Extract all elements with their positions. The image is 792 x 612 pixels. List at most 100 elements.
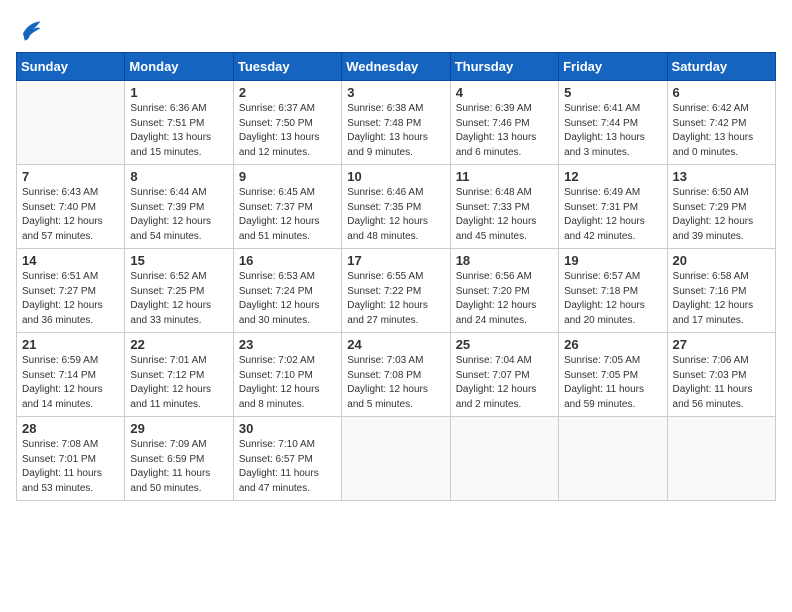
day-info: Sunrise: 7:10 AM Sunset: 6:57 PM Dayligh… (239, 438, 336, 496)
day-info: Sunrise: 6:46 AM Sunset: 7:35 PM Dayligh… (347, 186, 444, 244)
logo (16, 16, 48, 44)
day-info: Sunrise: 7:02 AM Sunset: 7:10 PM Dayligh… (239, 354, 336, 412)
day-info: Sunrise: 6:56 AM Sunset: 7:20 PM Dayligh… (456, 270, 553, 328)
day-info: Sunrise: 7:09 AM Sunset: 6:59 PM Dayligh… (130, 438, 227, 496)
weekday-header: Wednesday (342, 53, 450, 81)
logo-icon (16, 16, 44, 44)
day-info: Sunrise: 7:01 AM Sunset: 7:12 PM Dayligh… (130, 354, 227, 412)
calendar-cell: 14 Sunrise: 6:51 AM Sunset: 7:27 PM Dayli… (17, 249, 125, 333)
day-number: 5 (564, 85, 661, 100)
calendar-cell: 5 Sunrise: 6:41 AM Sunset: 7:44 PM Daylig… (559, 81, 667, 165)
day-number: 18 (456, 253, 553, 268)
calendar-table: SundayMondayTuesdayWednesdayThursdayFrid… (16, 52, 776, 501)
calendar-cell: 20Sunrise: 6:58 AM Sunset: 7:16 PM Dayli… (667, 249, 775, 333)
weekday-header: Thursday (450, 53, 558, 81)
calendar-cell (17, 81, 125, 165)
day-number: 10 (347, 169, 444, 184)
calendar-cell (559, 417, 667, 501)
day-number: 16 (239, 253, 336, 268)
day-number: 1 (130, 85, 227, 100)
day-number: 25 (456, 337, 553, 352)
day-number: 11 (456, 169, 553, 184)
calendar-cell: 27Sunrise: 7:06 AM Sunset: 7:03 PM Dayli… (667, 333, 775, 417)
day-number: 19 (564, 253, 661, 268)
calendar-cell: 11 Sunrise: 6:48 AM Sunset: 7:33 PM Dayli… (450, 165, 558, 249)
calendar-cell: 15Sunrise: 6:52 AM Sunset: 7:25 PM Dayli… (125, 249, 233, 333)
calendar-cell: 16 Sunrise: 6:53 AM Sunset: 7:24 PM Dayli… (233, 249, 341, 333)
day-number: 23 (239, 337, 336, 352)
calendar-cell (342, 417, 450, 501)
day-number: 30 (239, 421, 336, 436)
calendar-cell: 13 Sunrise: 6:50 AM Sunset: 7:29 PM Dayli… (667, 165, 775, 249)
day-info: Sunrise: 6:59 AM Sunset: 7:14 PM Dayligh… (22, 354, 119, 412)
day-number: 22 (130, 337, 227, 352)
calendar-cell: 1 Sunrise: 6:36 AM Sunset: 7:51 PM Daylig… (125, 81, 233, 165)
calendar-cell: 12Sunrise: 6:49 AM Sunset: 7:31 PM Dayli… (559, 165, 667, 249)
calendar-cell: 23 Sunrise: 7:02 AM Sunset: 7:10 PM Dayli… (233, 333, 341, 417)
calendar-cell: 28 Sunrise: 7:08 AM Sunset: 7:01 PM Dayli… (17, 417, 125, 501)
day-info: Sunrise: 6:53 AM Sunset: 7:24 PM Dayligh… (239, 270, 336, 328)
calendar-cell: 26 Sunrise: 7:05 AM Sunset: 7:05 PM Dayli… (559, 333, 667, 417)
day-info: Sunrise: 7:03 AM Sunset: 7:08 PM Dayligh… (347, 354, 444, 412)
page-header (16, 16, 776, 44)
calendar-week-row: 14 Sunrise: 6:51 AM Sunset: 7:27 PM Dayli… (17, 249, 776, 333)
day-info: Sunrise: 6:36 AM Sunset: 7:51 PM Dayligh… (130, 102, 227, 160)
day-info: Sunrise: 6:41 AM Sunset: 7:44 PM Dayligh… (564, 102, 661, 160)
day-number: 6 (673, 85, 770, 100)
day-info: Sunrise: 6:48 AM Sunset: 7:33 PM Dayligh… (456, 186, 553, 244)
calendar-cell: 4 Sunrise: 6:39 AM Sunset: 7:46 PM Daylig… (450, 81, 558, 165)
calendar-cell: 6 Sunrise: 6:42 AM Sunset: 7:42 PM Daylig… (667, 81, 775, 165)
calendar-cell: 21 Sunrise: 6:59 AM Sunset: 7:14 PM Dayli… (17, 333, 125, 417)
calendar-cell: 24 Sunrise: 7:03 AM Sunset: 7:08 PM Dayli… (342, 333, 450, 417)
day-info: Sunrise: 6:45 AM Sunset: 7:37 PM Dayligh… (239, 186, 336, 244)
calendar-cell: 30 Sunrise: 7:10 AM Sunset: 6:57 PM Dayli… (233, 417, 341, 501)
day-info: Sunrise: 6:55 AM Sunset: 7:22 PM Dayligh… (347, 270, 444, 328)
day-info: Sunrise: 6:39 AM Sunset: 7:46 PM Dayligh… (456, 102, 553, 160)
calendar-week-row: 28 Sunrise: 7:08 AM Sunset: 7:01 PM Dayli… (17, 417, 776, 501)
calendar-cell: 25 Sunrise: 7:04 AM Sunset: 7:07 PM Dayli… (450, 333, 558, 417)
day-info: Sunrise: 6:57 AM Sunset: 7:18 PM Dayligh… (564, 270, 661, 328)
calendar-cell (450, 417, 558, 501)
calendar-cell: 17 Sunrise: 6:55 AM Sunset: 7:22 PM Dayli… (342, 249, 450, 333)
day-info: Sunrise: 6:52 AM Sunset: 7:25 PM Dayligh… (130, 270, 227, 328)
day-info: Sunrise: 7:04 AM Sunset: 7:07 PM Dayligh… (456, 354, 553, 412)
calendar-week-row: 21 Sunrise: 6:59 AM Sunset: 7:14 PM Dayli… (17, 333, 776, 417)
calendar-cell: 9Sunrise: 6:45 AM Sunset: 7:37 PM Daylig… (233, 165, 341, 249)
day-number: 4 (456, 85, 553, 100)
weekday-header: Friday (559, 53, 667, 81)
day-number: 7 (22, 169, 119, 184)
day-number: 2 (239, 85, 336, 100)
calendar-cell: 3 Sunrise: 6:38 AM Sunset: 7:48 PM Daylig… (342, 81, 450, 165)
calendar-cell: 22 Sunrise: 7:01 AM Sunset: 7:12 PM Dayli… (125, 333, 233, 417)
calendar-cell: 2 Sunrise: 6:37 AM Sunset: 7:50 PM Daylig… (233, 81, 341, 165)
day-number: 24 (347, 337, 444, 352)
calendar-cell: 19 Sunrise: 6:57 AM Sunset: 7:18 PM Dayli… (559, 249, 667, 333)
calendar-cell (667, 417, 775, 501)
day-info: Sunrise: 7:05 AM Sunset: 7:05 PM Dayligh… (564, 354, 661, 412)
day-info: Sunrise: 6:50 AM Sunset: 7:29 PM Dayligh… (673, 186, 770, 244)
day-number: 13 (673, 169, 770, 184)
day-info: Sunrise: 6:42 AM Sunset: 7:42 PM Dayligh… (673, 102, 770, 160)
day-info: Sunrise: 6:38 AM Sunset: 7:48 PM Dayligh… (347, 102, 444, 160)
day-number: 29 (130, 421, 227, 436)
calendar-week-row: 1 Sunrise: 6:36 AM Sunset: 7:51 PM Daylig… (17, 81, 776, 165)
day-info: Sunrise: 6:37 AM Sunset: 7:50 PM Dayligh… (239, 102, 336, 160)
day-number: 21 (22, 337, 119, 352)
day-number: 8 (130, 169, 227, 184)
day-number: 17 (347, 253, 444, 268)
day-info: Sunrise: 7:06 AM Sunset: 7:03 PM Dayligh… (673, 354, 770, 412)
weekday-header: Monday (125, 53, 233, 81)
day-number: 28 (22, 421, 119, 436)
calendar-cell: 29 Sunrise: 7:09 AM Sunset: 6:59 PM Dayli… (125, 417, 233, 501)
day-number: 20 (673, 253, 770, 268)
calendar-cell: 7Sunrise: 6:43 AM Sunset: 7:40 PM Daylig… (17, 165, 125, 249)
weekday-header: Sunday (17, 53, 125, 81)
day-number: 26 (564, 337, 661, 352)
day-info: Sunrise: 6:51 AM Sunset: 7:27 PM Dayligh… (22, 270, 119, 328)
calendar-cell: 10 Sunrise: 6:46 AM Sunset: 7:35 PM Dayli… (342, 165, 450, 249)
day-info: Sunrise: 7:08 AM Sunset: 7:01 PM Dayligh… (22, 438, 119, 496)
day-number: 14 (22, 253, 119, 268)
day-info: Sunrise: 6:49 AM Sunset: 7:31 PM Dayligh… (564, 186, 661, 244)
day-number: 3 (347, 85, 444, 100)
calendar-week-row: 7Sunrise: 6:43 AM Sunset: 7:40 PM Daylig… (17, 165, 776, 249)
